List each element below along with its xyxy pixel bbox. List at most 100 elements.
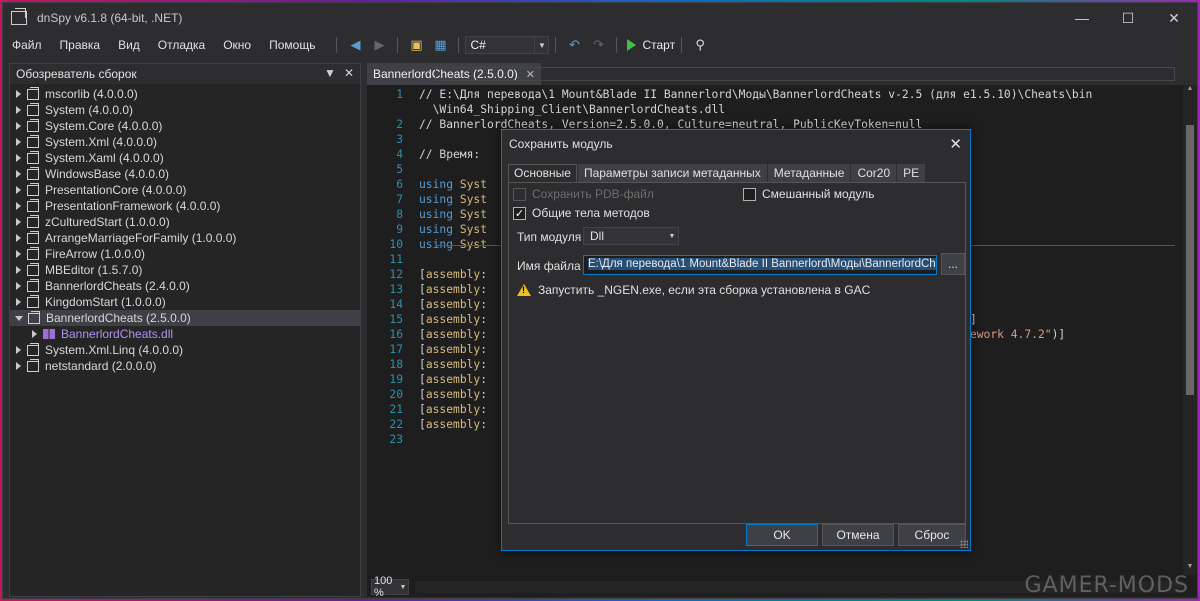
collapse-icon[interactable] bbox=[15, 315, 23, 321]
expand-icon[interactable] bbox=[16, 298, 21, 306]
dialog-body: Сохранить PDB-файл Смешанный модуль ✓ Об… bbox=[508, 182, 966, 524]
line-number: 15 bbox=[389, 313, 403, 326]
forward-icon[interactable]: ▶ bbox=[371, 37, 387, 53]
tree-node-selected[interactable]: BannerlordCheats (2.5.0.0) bbox=[10, 310, 360, 326]
close-icon[interactable]: ✕ bbox=[526, 68, 535, 81]
tree-node[interactable]: ArrangeMarriageForFamily (1.0.0.0) bbox=[10, 230, 360, 246]
scrollbar-thumb[interactable] bbox=[1186, 125, 1194, 395]
cancel-button[interactable]: Отмена bbox=[822, 524, 894, 546]
ok-button[interactable]: OK bbox=[746, 524, 818, 546]
undo-icon[interactable]: ↶ bbox=[566, 37, 582, 53]
expand-icon[interactable] bbox=[16, 362, 21, 370]
code-line: \Win64_Shipping_Client\BannerlordCheats.… bbox=[367, 102, 1197, 117]
tree-node[interactable]: zCulturedStart (1.0.0.0) bbox=[10, 214, 360, 230]
back-icon[interactable]: ◀ bbox=[347, 37, 363, 53]
close-icon[interactable]: ✕ bbox=[949, 135, 962, 153]
maximize-icon[interactable]: ☐ bbox=[1105, 3, 1151, 33]
menu-view[interactable]: Вид bbox=[109, 33, 149, 57]
tree-node[interactable]: System.Xaml (4.0.0.0) bbox=[10, 150, 360, 166]
tab-pe[interactable]: PE bbox=[897, 164, 926, 182]
tree-node[interactable]: System.Core (4.0.0.0) bbox=[10, 118, 360, 134]
expand-icon[interactable] bbox=[16, 138, 21, 146]
module-type-label: Тип модуля bbox=[517, 230, 582, 244]
tree-node[interactable]: PresentationFramework (4.0.0.0) bbox=[10, 198, 360, 214]
search-icon[interactable]: ⚲ bbox=[692, 37, 708, 53]
line-number: 20 bbox=[389, 388, 403, 401]
expand-icon[interactable] bbox=[16, 218, 21, 226]
code-line: 1 // E:\Для перевода\1 Mount&Blade II Ban… bbox=[367, 87, 1197, 102]
expand-icon[interactable] bbox=[32, 330, 37, 338]
expand-icon[interactable] bbox=[16, 282, 21, 290]
zoom-value: 100 % bbox=[374, 575, 393, 599]
tab-metadata-options[interactable]: Параметры записи метаданных bbox=[577, 164, 767, 182]
checkbox-box bbox=[513, 187, 526, 201]
chevron-down-icon[interactable]: ▼ bbox=[324, 66, 336, 80]
line-text: [assembly: bbox=[419, 388, 488, 401]
expand-icon[interactable] bbox=[16, 266, 21, 274]
tab-metadata[interactable]: Метаданные bbox=[767, 164, 851, 182]
editor-tab[interactable]: BannerlordCheats (2.5.0.0) ✕ bbox=[367, 63, 541, 85]
reset-button[interactable]: Сброс bbox=[898, 524, 966, 546]
expand-icon[interactable] bbox=[16, 170, 21, 178]
chevron-down-icon: ▼ bbox=[668, 232, 676, 240]
expand-icon[interactable] bbox=[16, 90, 21, 98]
vertical-scrollbar[interactable]: ▲ ▼ bbox=[1183, 85, 1197, 575]
menu-help[interactable]: Помощь bbox=[260, 33, 324, 57]
expand-icon[interactable] bbox=[16, 122, 21, 130]
line-text: [assembly: bbox=[419, 268, 488, 281]
line-text: using Syst bbox=[419, 178, 488, 191]
menu-edit[interactable]: Правка bbox=[51, 33, 110, 57]
toolbar-separator bbox=[616, 37, 618, 53]
expand-icon[interactable] bbox=[16, 346, 21, 354]
menu-file[interactable]: Файл bbox=[3, 33, 51, 57]
tree-node[interactable]: mscorlib (4.0.0.0) bbox=[10, 86, 360, 102]
line-text: // Время: bbox=[419, 148, 488, 161]
start-button[interactable]: Старт bbox=[627, 38, 675, 52]
tree-node[interactable]: WindowsBase (4.0.0.0) bbox=[10, 166, 360, 182]
close-icon[interactable]: ✕ bbox=[344, 66, 354, 80]
line-number: 18 bbox=[389, 358, 403, 371]
method-bodies-checkbox[interactable]: ✓ Общие тела методов bbox=[513, 206, 650, 220]
tree-node[interactable]: KingdomStart (1.0.0.0) bbox=[10, 294, 360, 310]
filename-input[interactable]: E:\Для перевода\1 Mount&Blade II Bannerl… bbox=[583, 255, 937, 275]
expand-icon[interactable] bbox=[16, 250, 21, 258]
menu-debug[interactable]: Отладка bbox=[149, 33, 214, 57]
assembly-tree[interactable]: mscorlib (4.0.0.0) System (4.0.0.0) Syst… bbox=[10, 84, 360, 374]
expand-icon[interactable] bbox=[16, 186, 21, 194]
tree-node[interactable]: FireArrow (1.0.0.0) bbox=[10, 246, 360, 262]
save-all-icon[interactable]: ▦ bbox=[432, 37, 448, 53]
save-pdb-checkbox[interactable]: Сохранить PDB-файл bbox=[513, 187, 654, 201]
window-controls: — ☐ ✕ bbox=[1059, 3, 1197, 33]
start-label: Старт bbox=[642, 38, 676, 52]
expand-icon[interactable] bbox=[16, 234, 21, 242]
tree-node[interactable]: MBEditor (1.5.7.0) bbox=[10, 262, 360, 278]
expand-icon[interactable] bbox=[16, 202, 21, 210]
expand-icon[interactable] bbox=[16, 106, 21, 114]
tree-node[interactable]: System (4.0.0.0) bbox=[10, 102, 360, 118]
open-folder-icon[interactable]: ▣ bbox=[408, 37, 424, 53]
tree-node[interactable]: System.Xml.Linq (4.0.0.0) bbox=[10, 342, 360, 358]
tree-node[interactable]: PresentationCore (4.0.0.0) bbox=[10, 182, 360, 198]
tree-node[interactable]: System.Xml (4.0.0.0) bbox=[10, 134, 360, 150]
tree-node-module[interactable]: BannerlordCheats.dll bbox=[10, 326, 360, 342]
tab-cor20[interactable]: Cor20 bbox=[851, 164, 897, 182]
assembly-icon bbox=[27, 246, 39, 260]
redo-icon[interactable]: ↷ bbox=[590, 37, 606, 53]
scroll-up-icon[interactable]: ▲ bbox=[1183, 85, 1197, 97]
resize-grip-icon[interactable] bbox=[960, 540, 968, 548]
browse-button[interactable]: ... bbox=[941, 253, 965, 275]
mixed-module-checkbox[interactable]: Смешанный модуль bbox=[743, 187, 874, 201]
menu-window[interactable]: Окно bbox=[214, 33, 260, 57]
line-number: 22 bbox=[389, 418, 403, 431]
language-combo[interactable]: C# ▼ bbox=[465, 36, 550, 54]
tree-node[interactable]: BannerlordCheats (2.4.0.0) bbox=[10, 278, 360, 294]
close-icon[interactable]: ✕ bbox=[1151, 3, 1197, 33]
line-number: 1 bbox=[396, 88, 403, 101]
zoom-combo[interactable]: 100 % ▼ bbox=[371, 575, 409, 599]
minimize-icon[interactable]: — bbox=[1059, 3, 1105, 33]
module-type-select[interactable]: Dll ▼ bbox=[583, 227, 679, 245]
tab-main[interactable]: Основные bbox=[508, 164, 577, 182]
assembly-explorer-header: Обозреватель сборок ▼ ✕ bbox=[10, 64, 360, 84]
expand-icon[interactable] bbox=[16, 154, 21, 162]
tree-node[interactable]: netstandard (2.0.0.0) bbox=[10, 358, 360, 374]
